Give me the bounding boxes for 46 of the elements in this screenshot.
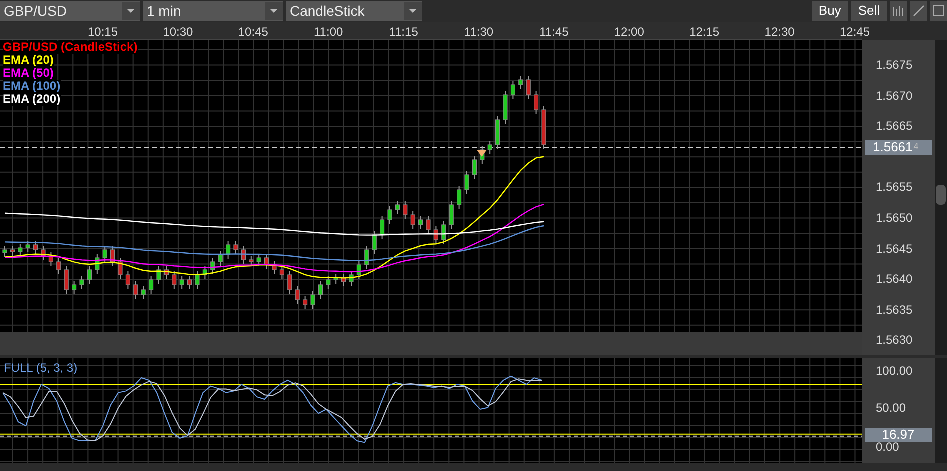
scrollbar[interactable] (935, 40, 947, 355)
price-label: 1.5675 (876, 57, 913, 74)
price-label: 1.5650 (876, 210, 913, 227)
scrollbar[interactable] (935, 358, 947, 463)
price-label: 1.5655 (876, 179, 913, 196)
caret-icon (122, 2, 140, 20)
time-label: 12:00 (614, 24, 644, 41)
time-label: 11:30 (464, 24, 494, 41)
time-label: 11:00 (314, 24, 344, 41)
caret-icon (265, 2, 283, 20)
time-label: 12:30 (764, 24, 795, 41)
oscillator-label: 50.00 (876, 400, 906, 417)
legend-label: EMA (50) (3, 67, 54, 80)
symbol-dropdown[interactable]: GBP/USD (0, 1, 140, 21)
price-label: 1.5665 (876, 118, 913, 136)
oscillator-title: FULL (5, 3, 3) (4, 360, 78, 377)
interval-dropdown[interactable]: 1 min (143, 1, 283, 21)
time-label: 11:15 (389, 24, 418, 41)
expand-icon[interactable] (930, 1, 947, 21)
buy-button[interactable]: Buy (812, 1, 848, 21)
price-label: 1.5640 (876, 271, 913, 288)
legend-label: EMA (20) (3, 54, 54, 67)
sell-button[interactable]: Sell (851, 1, 887, 21)
legend-label: EMA (200) (3, 93, 61, 106)
scrollbar-thumb[interactable] (936, 185, 946, 205)
legend-label: EMA (100) (3, 80, 61, 93)
current-value-marker: 16.97 (865, 428, 932, 442)
price-label: 1.5670 (876, 88, 913, 105)
price-label: 1.5645 (876, 240, 913, 258)
triangle-marker-icon (477, 150, 487, 157)
legend-label: GBP/USD (CandleStick) (3, 41, 138, 54)
oscillator-label: 0.00 (876, 440, 900, 456)
bar-chart-icon[interactable] (890, 1, 907, 21)
time-label: 12:45 (840, 24, 870, 41)
time-label: 10:30 (163, 24, 194, 41)
time-label: 10:15 (88, 24, 118, 41)
chart-type-dropdown[interactable]: CandleStick (286, 1, 422, 21)
price-label: 1.5635 (876, 302, 913, 319)
current-price: 1.5661 (873, 138, 913, 157)
time-label: 11:45 (540, 24, 569, 41)
time-label: 10:45 (238, 24, 268, 41)
price-pipette: 4 (914, 140, 919, 154)
caret-icon (404, 2, 422, 20)
price-label: 1.5630 (876, 332, 913, 350)
oscillator-label: 100.00 (876, 363, 913, 380)
time-label: 12:15 (690, 24, 720, 41)
